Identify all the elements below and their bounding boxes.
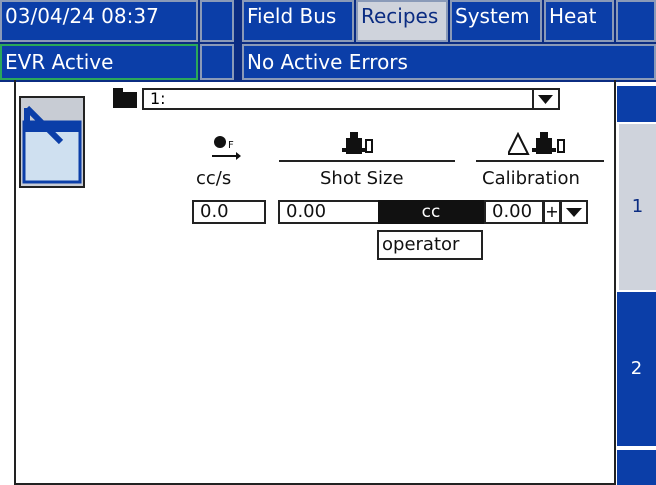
tab-field-bus[interactable]: Field Bus xyxy=(242,0,354,42)
recipe-select-chevron-icon[interactable] xyxy=(532,90,557,108)
svg-text:F: F xyxy=(228,140,234,151)
status-indicator: EVR Active xyxy=(0,44,198,80)
status-spacer xyxy=(200,44,234,80)
error-status: No Active Errors xyxy=(242,44,656,80)
folder-icon xyxy=(113,88,137,108)
flow-rate-icon: F xyxy=(210,134,242,164)
tab-system[interactable]: System xyxy=(450,0,542,42)
header-spacer-2 xyxy=(616,0,656,42)
calibration-field[interactable]: 0.00 xyxy=(484,200,544,224)
side-scroll-up[interactable] xyxy=(617,86,656,122)
shot-unit-select[interactable]: cc xyxy=(378,200,484,224)
recipe-select[interactable]: 1: xyxy=(142,88,560,110)
flow-unit-label: cc/s xyxy=(196,168,232,189)
shot-size-field[interactable]: 0.00 xyxy=(278,200,380,224)
tab-recipes[interactable]: Recipes xyxy=(356,0,448,42)
shot-divider xyxy=(279,160,455,162)
recipe-edit-icon xyxy=(22,105,82,184)
calibration-sign-toggle[interactable]: + xyxy=(543,200,561,224)
flow-rate-field[interactable]: 0.0 xyxy=(192,200,266,224)
calibration-label: Calibration xyxy=(482,168,580,189)
shot-pump-icon xyxy=(338,132,378,158)
side-tab-2[interactable]: 2 xyxy=(617,292,656,446)
tab-heat[interactable]: Heat xyxy=(544,0,614,42)
side-tab-1[interactable]: 1 xyxy=(617,124,656,290)
header-spacer-1 xyxy=(200,0,234,42)
datetime-display: 03/04/24 08:37 xyxy=(0,0,198,42)
delta-shot-icon xyxy=(506,131,572,158)
shot-size-label: Shot Size xyxy=(320,168,404,189)
unit-option-operator[interactable]: operator xyxy=(377,230,483,260)
recipe-select-value: 1: xyxy=(150,89,166,108)
recipe-edit-button[interactable] xyxy=(19,96,85,188)
side-scroll-down[interactable] xyxy=(617,450,656,485)
header-bar: 03/04/24 08:37 Field Bus Recipes System … xyxy=(0,0,656,82)
calibration-chevron-icon[interactable] xyxy=(560,200,588,224)
calibration-divider xyxy=(476,160,604,162)
